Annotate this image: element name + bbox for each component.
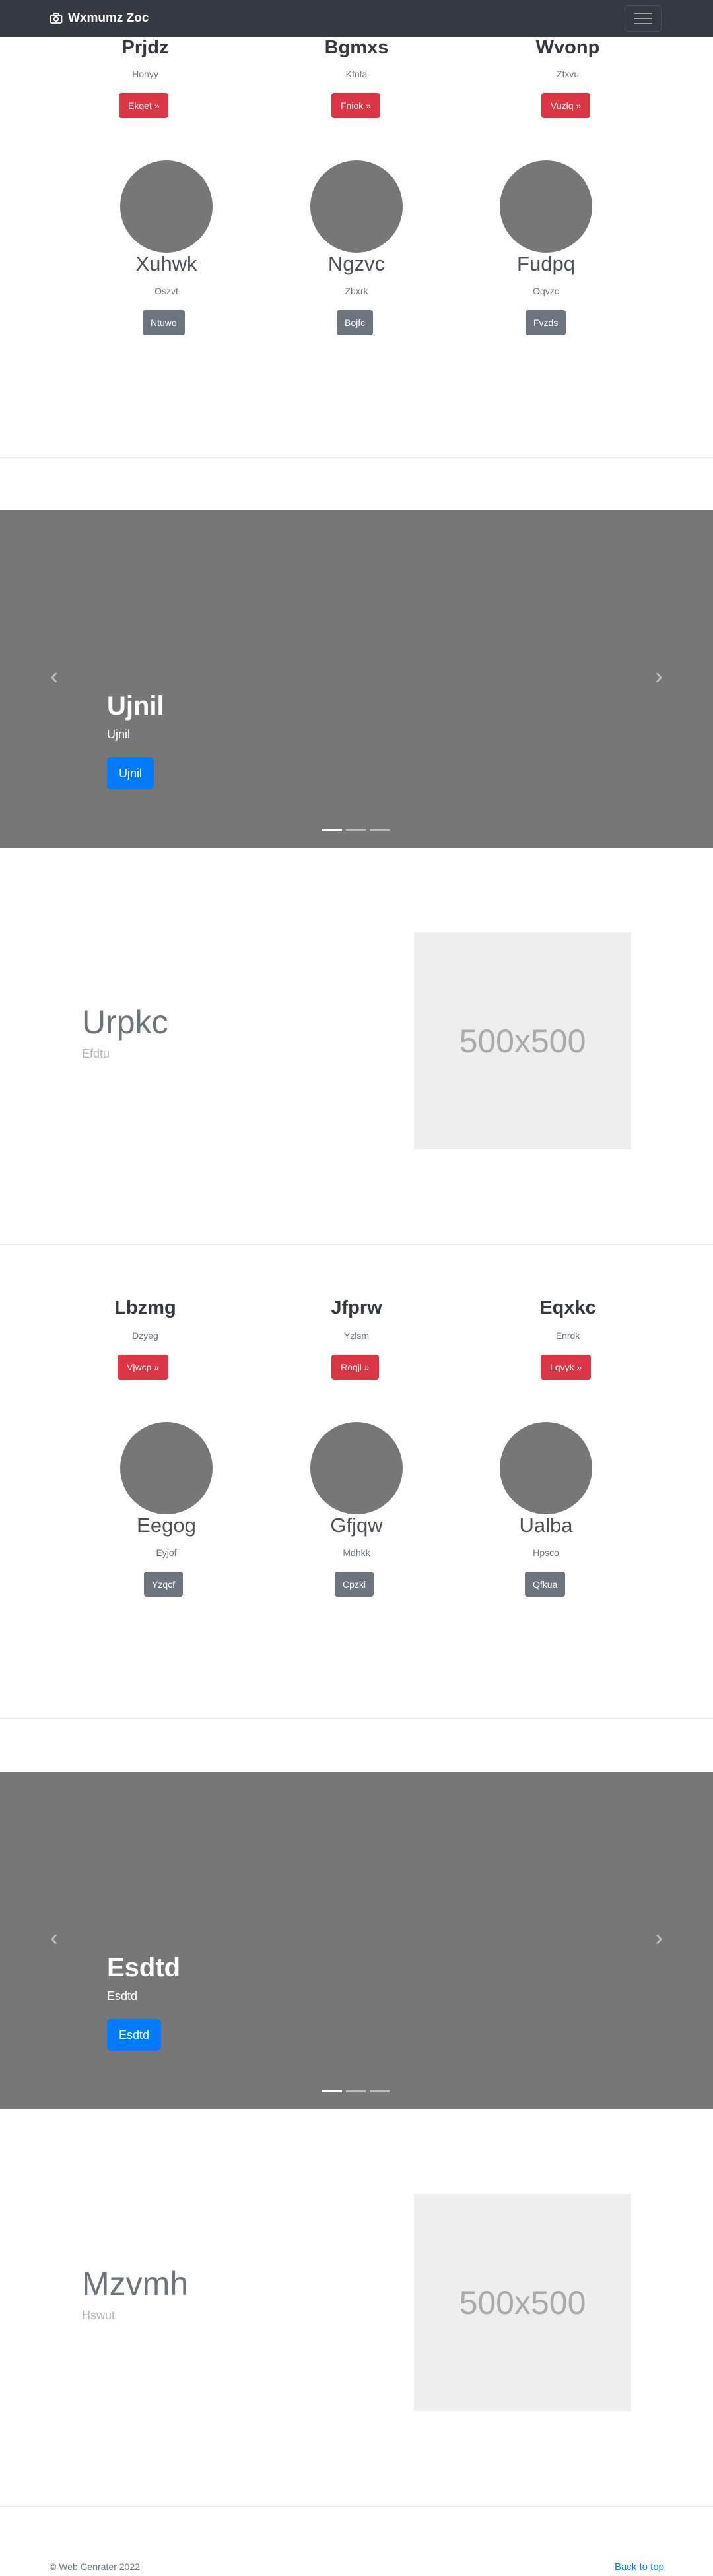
- circle-title: Fudpq: [517, 252, 575, 275]
- divider: [0, 1244, 713, 1245]
- divider: [0, 457, 713, 458]
- brand-name: Wxmumz Zoc: [68, 11, 149, 25]
- circle-button[interactable]: Cpzki: [335, 1572, 374, 1597]
- hamburger-menu-icon: [634, 13, 652, 14]
- navbar-toggler[interactable]: [625, 5, 662, 32]
- circle-button[interactable]: Yzqcf: [144, 1572, 184, 1597]
- column-title: Eqxkc: [539, 1297, 596, 1318]
- feature-title: Mzvmh: [82, 2265, 189, 2302]
- carousel-caption-subtitle: Esdtd: [107, 1989, 138, 2003]
- divider: [0, 1718, 713, 1719]
- circle-image: [120, 160, 213, 253]
- feature-subtitle: Hswut: [82, 2309, 116, 2322]
- column-subtitle: Dzyeg: [132, 1330, 158, 1341]
- carousel-indicator[interactable]: [370, 829, 390, 831]
- circle-button[interactable]: Ntuwo: [143, 310, 185, 335]
- carousel-button[interactable]: Ujnil: [107, 757, 154, 789]
- circle-subtitle: Mdhkk: [343, 1547, 370, 1558]
- chevron-right-icon: ›: [655, 1925, 663, 1950]
- column-subtitle: Yzlsm: [343, 1330, 370, 1341]
- chevron-left-icon: ‹: [50, 663, 58, 689]
- carousel-caption-title: Esdtd: [107, 1953, 181, 1982]
- circle-title: Xuhwk: [135, 252, 197, 275]
- circle-image: [120, 1422, 213, 1514]
- carousel: ‹ › Ujnil Ujnil Ujnil: [0, 510, 713, 848]
- placeholder-image: 500x500: [414, 2194, 631, 2411]
- column-title: Prjdz: [121, 37, 169, 58]
- column-subtitle: Hohyy: [132, 69, 158, 79]
- column-subtitle: Zfxvu: [556, 69, 580, 79]
- column-button[interactable]: Ekqet »: [119, 93, 169, 118]
- circle-image: [310, 160, 403, 253]
- carousel-indicators: [322, 829, 390, 831]
- column-button[interactable]: Roqjl »: [331, 1355, 379, 1380]
- column-title: Jfprw: [331, 1297, 382, 1318]
- column-title: Lbzmg: [114, 1297, 176, 1318]
- circle-subtitle: Zbxrk: [345, 286, 368, 296]
- circle-image: [500, 1422, 592, 1514]
- carousel: ‹ › Esdtd Esdtd Esdtd: [0, 1772, 713, 2109]
- carousel-prev[interactable]: ‹: [41, 1925, 67, 1951]
- back-to-top-link[interactable]: Back to top: [615, 2561, 664, 2573]
- feature-title: Urpkc: [82, 1004, 168, 1041]
- circle-title: Eegog: [137, 1514, 196, 1537]
- carousel-caption-subtitle: Ujnil: [107, 728, 131, 741]
- chevron-left-icon: ‹: [50, 1925, 58, 1950]
- carousel-indicator[interactable]: [322, 2090, 342, 2092]
- circle-subtitle: Eyjof: [156, 1547, 177, 1558]
- circle-button[interactable]: Qfkua: [525, 1572, 566, 1597]
- feature-subtitle: Efdtu: [82, 1047, 110, 1060]
- navbar: Wxmumz Zoc: [0, 0, 713, 37]
- column-button[interactable]: Vjwcp »: [118, 1355, 169, 1380]
- column-button[interactable]: Lqvyk »: [541, 1355, 592, 1380]
- camera-icon: [50, 13, 63, 24]
- circle-title: Gfjqw: [330, 1514, 383, 1537]
- divider: [0, 2506, 713, 2507]
- carousel-button[interactable]: Esdtd: [107, 2019, 162, 2051]
- circle-image: [310, 1422, 403, 1514]
- column-title: Wvonp: [535, 37, 600, 58]
- carousel-next[interactable]: ›: [646, 663, 672, 690]
- circle-subtitle: Oqvzc: [533, 286, 559, 296]
- footer-copyright: © Web Genrater 2022: [50, 2561, 140, 2572]
- carousel-prev[interactable]: ‹: [41, 663, 67, 690]
- carousel-indicator[interactable]: [322, 829, 342, 831]
- circle-title: Ualba: [519, 1514, 573, 1537]
- circle-button[interactable]: Fvzds: [526, 310, 566, 335]
- column-title: Bgmxs: [324, 37, 389, 58]
- circle-subtitle: Oszvt: [154, 286, 178, 296]
- carousel-caption-title: Ujnil: [107, 692, 164, 721]
- circle-subtitle: Hpsco: [533, 1547, 559, 1558]
- column-subtitle: Enrdk: [555, 1330, 580, 1341]
- column-subtitle: Kfnta: [345, 69, 368, 79]
- chevron-right-icon: ›: [655, 663, 663, 689]
- circle-button[interactable]: Bojfc: [337, 310, 374, 335]
- brand[interactable]: Wxmumz Zoc: [50, 0, 149, 37]
- carousel-indicator[interactable]: [346, 2090, 366, 2092]
- carousel-indicator[interactable]: [346, 829, 366, 831]
- carousel-indicators: [322, 2090, 390, 2092]
- circle-title: Ngzvc: [327, 252, 386, 275]
- column-button[interactable]: Fniok »: [331, 93, 380, 118]
- circle-image: [500, 160, 592, 253]
- column-button[interactable]: Vuzlq »: [541, 93, 591, 118]
- carousel-next[interactable]: ›: [646, 1925, 672, 1951]
- placeholder-image: 500x500: [414, 932, 631, 1149]
- carousel-indicator[interactable]: [370, 2090, 390, 2092]
